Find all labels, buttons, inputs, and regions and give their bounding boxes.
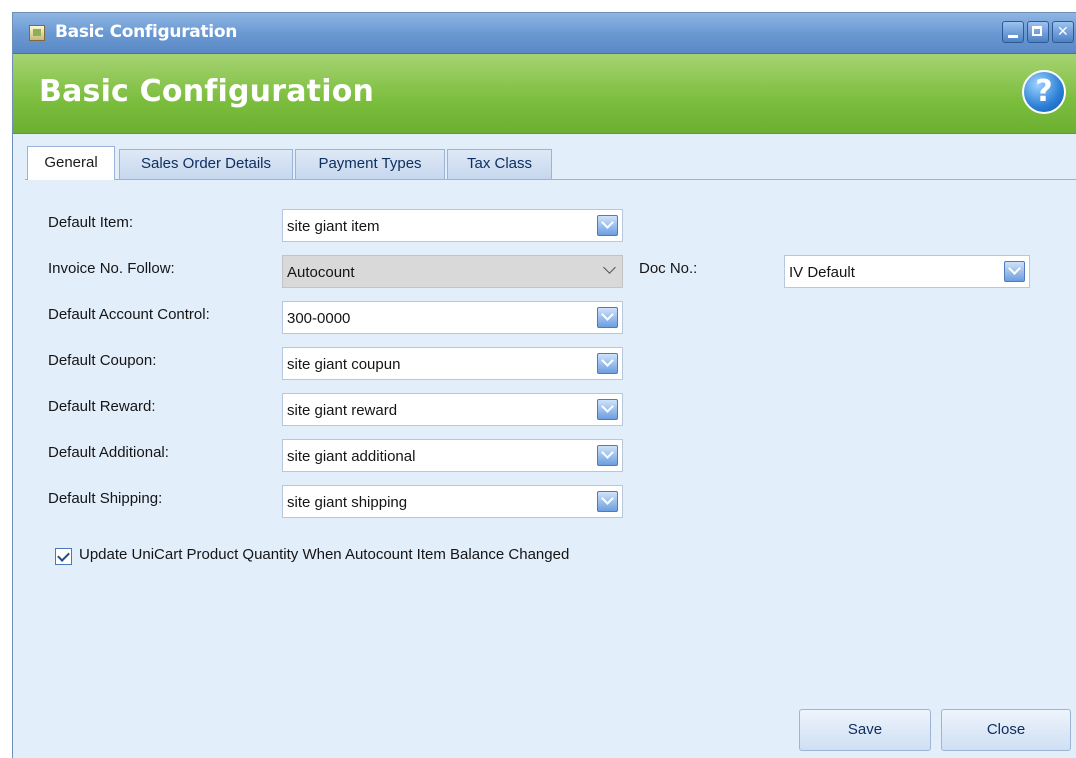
doc-no-value: IV Default [789,264,855,281]
default-shipping-label: Default Shipping: [48,490,163,507]
dropdown-arrow-icon[interactable] [597,353,618,374]
maximize-button[interactable] [1027,21,1049,43]
tab-tax-class[interactable]: Tax Class [447,149,552,179]
dropdown-arrow-icon[interactable] [597,445,618,466]
save-button[interactable]: Save [799,709,931,751]
tab-sales-order-details[interactable]: Sales Order Details [119,149,293,179]
default-additional-select[interactable]: site giant additional [282,439,623,472]
update-quantity-checkbox[interactable] [55,548,72,565]
page-title: Basic Configuration [39,74,375,109]
default-reward-label: Default Reward: [48,398,156,415]
doc-no-select[interactable]: IV Default [784,255,1030,288]
default-account-control-value: 300-0000 [287,310,351,327]
tab-general[interactable]: General [27,146,115,180]
default-item-select[interactable]: site giant item [282,209,623,242]
header-banner: Basic Configuration ? [13,54,1076,134]
help-icon[interactable]: ? [1022,70,1066,114]
update-quantity-label[interactable]: Update UniCart Product Quantity When Aut… [79,546,569,563]
default-shipping-select[interactable]: site giant shipping [282,485,623,518]
invoice-no-follow-select: Autocount [282,255,623,288]
default-account-control-select[interactable]: 300-0000 [282,301,623,334]
default-reward-value: site giant reward [287,402,398,419]
dropdown-arrow-icon[interactable] [597,491,618,512]
basic-configuration-window: Basic Configuration Basic Configuration … [12,12,1076,758]
default-coupon-value: site giant coupun [287,356,401,373]
dropdown-arrow-icon[interactable] [597,215,618,236]
doc-no-label: Doc No.: [639,260,698,277]
tab-payment-types[interactable]: Payment Types [295,149,445,179]
default-shipping-value: site giant shipping [287,494,408,511]
default-additional-label: Default Additional: [48,444,169,461]
default-item-label: Default Item: [48,214,134,231]
default-additional-value: site giant additional [287,448,416,465]
tab-divider [25,179,1076,180]
dropdown-arrow-icon[interactable] [1004,261,1025,282]
invoice-no-follow-value: Autocount [287,264,355,281]
chevron-down-icon [603,261,616,274]
dropdown-arrow-icon[interactable] [597,307,618,328]
default-coupon-select[interactable]: site giant coupun [282,347,623,380]
minimize-button[interactable] [1002,21,1024,43]
window-app-icon [29,25,45,41]
window-close-button[interactable] [1052,21,1074,43]
default-reward-select[interactable]: site giant reward [282,393,623,426]
default-coupon-label: Default Coupon: [48,352,157,369]
invoice-no-follow-label: Invoice No. Follow: [48,260,175,277]
title-bar[interactable]: Basic Configuration [13,13,1076,54]
window-title: Basic Configuration [55,22,238,42]
dropdown-arrow-icon[interactable] [597,399,618,420]
default-account-control-label: Default Account Control: [48,306,210,323]
close-button[interactable]: Close [941,709,1071,751]
default-item-value: site giant item [287,218,380,235]
